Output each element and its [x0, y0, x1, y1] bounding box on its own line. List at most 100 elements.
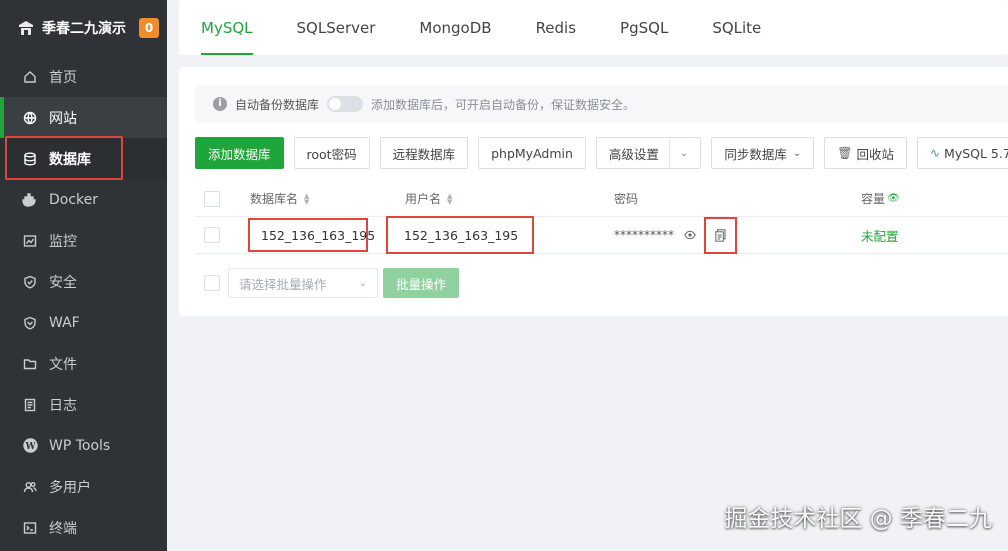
- chevron-down-icon: ⌄: [668, 138, 688, 168]
- tab-sqlite[interactable]: SQLite: [712, 0, 761, 55]
- remote-database-button[interactable]: 远程数据库: [379, 137, 469, 169]
- auto-backup-notice: i 自动备份数据库 添加数据库后，可开启自动备份，保证数据安全。: [195, 85, 1008, 123]
- tab-mysql[interactable]: MySQL: [201, 0, 253, 55]
- phpmyadmin-button[interactable]: phpMyAdmin: [478, 137, 586, 169]
- svg-text:W: W: [24, 442, 36, 452]
- root-password-button[interactable]: root密码: [293, 137, 370, 169]
- tab-mongodb[interactable]: MongoDB: [419, 0, 491, 55]
- copy-icon: [715, 228, 726, 242]
- shield-icon: [22, 274, 38, 290]
- password-cell: **********: [602, 216, 861, 254]
- table-header: 数据库名 ▲ ▼ 用户名 ▲ ▼ 密码 容量 👁: [195, 181, 1008, 217]
- user-name-cell: 152_136_163_195: [386, 216, 602, 254]
- database-type-tabs: MySQL SQLServer MongoDB Redis PgSQL SQLi…: [179, 0, 1008, 55]
- password-value: **********: [614, 228, 674, 242]
- bulk-action-placeholder: 请选择批量操作: [239, 276, 327, 292]
- sidebar-item-label: 网站: [49, 110, 77, 127]
- column-db-name-label: 数据库名: [250, 192, 299, 206]
- sidebar-item-label: 数据库: [49, 151, 91, 168]
- sidebar-item-label: WAF: [49, 314, 80, 331]
- sidebar-item-label: 首页: [49, 69, 77, 86]
- sidebar-item-label: WP Tools: [49, 437, 111, 454]
- sidebar-item-label: 日志: [49, 397, 77, 414]
- sidebar-item-wp-tools[interactable]: W WP Tools: [0, 425, 167, 466]
- waf-shield-icon: [22, 315, 38, 331]
- bulk-actions: 请选择批量操作 ⌄ 批量操作: [195, 268, 460, 298]
- capacity-cell: 未配置: [861, 226, 1008, 245]
- bulk-action-button[interactable]: 批量操作: [383, 268, 460, 298]
- select-all-checkbox[interactable]: [204, 190, 220, 207]
- folder-icon: [22, 356, 38, 372]
- recycle-bin-button[interactable]: 🗑 回收站: [824, 137, 907, 169]
- advanced-settings-dropdown[interactable]: 高级设置 ⌄: [595, 137, 702, 169]
- chevron-down-icon: ⌄: [358, 277, 367, 289]
- log-icon: [22, 397, 38, 413]
- brand: 季春二九演示 0: [0, 0, 167, 56]
- brand-name: 季春二九演示: [42, 21, 126, 37]
- info-icon: i: [213, 97, 227, 111]
- sidebar-item-docker[interactable]: Docker: [0, 179, 167, 220]
- database-table: 数据库名 ▲ ▼ 用户名 ▲ ▼ 密码 容量 👁 152_136_163_195 1…: [195, 181, 1008, 254]
- column-db-name[interactable]: 数据库名 ▲ ▼: [240, 190, 400, 207]
- user-name-value[interactable]: 152_136_163_195: [386, 216, 534, 254]
- sidebar-item-home[interactable]: 首页: [0, 56, 167, 97]
- advanced-settings-label: 高级设置: [608, 146, 659, 162]
- sidebar-item-files[interactable]: 文件: [0, 343, 167, 384]
- add-database-button[interactable]: 添加数据库: [195, 137, 284, 169]
- sidebar-item-monitor[interactable]: 监控: [0, 220, 167, 261]
- auto-backup-toggle[interactable]: [327, 96, 364, 112]
- sync-database-dropdown[interactable]: 同步数据库 ⌄: [711, 137, 815, 169]
- tab-sqlserver[interactable]: SQLServer: [297, 0, 376, 55]
- terminal-icon: [22, 520, 38, 536]
- tab-pgsql[interactable]: PgSQL: [620, 0, 668, 55]
- notification-badge[interactable]: 0: [139, 18, 159, 38]
- mysql-version-button[interactable]: ∿ MySQL 5.7.4: [916, 137, 1008, 169]
- recycle-bin-label: 回收站: [856, 146, 894, 162]
- sidebar-item-label: 终端: [49, 520, 77, 537]
- auto-backup-hint: 添加数据库后，可开启自动备份，保证数据安全。: [371, 97, 636, 112]
- sidebar: 季春二九演示 0 首页 网站 数据库 Docker 监控 安全 WAF 文件 日…: [0, 0, 167, 551]
- sort-icon: ▲ ▼: [304, 191, 310, 206]
- globe-icon: [22, 110, 38, 126]
- tab-redis[interactable]: Redis: [536, 0, 576, 55]
- column-password: 密码: [602, 190, 861, 207]
- sidebar-item-label: 监控: [49, 233, 77, 250]
- docker-icon: [22, 192, 38, 208]
- column-user-name-label: 用户名: [405, 192, 442, 206]
- sidebar-item-waf[interactable]: WAF: [0, 302, 167, 343]
- trash-icon: 🗑: [837, 146, 853, 160]
- bulk-action-select[interactable]: 请选择批量操作 ⌄: [228, 268, 378, 298]
- copy-password-button[interactable]: [704, 216, 737, 254]
- database-icon: [22, 151, 38, 167]
- sidebar-item-label: 安全: [49, 274, 77, 291]
- db-name-value[interactable]: 152_136_163_195: [248, 218, 375, 252]
- row-checkbox[interactable]: [204, 227, 220, 243]
- sidebar-item-label: 文件: [49, 356, 77, 373]
- sidebar-item-website[interactable]: 网站: [0, 97, 167, 138]
- toolbar: 添加数据库 root密码 远程数据库 phpMyAdmin 高级设置 ⌄ 同步数…: [195, 137, 1008, 169]
- sidebar-item-terminal[interactable]: 终端: [0, 507, 167, 548]
- users-icon: [22, 479, 38, 495]
- eye-icon[interactable]: 👁: [887, 193, 900, 204]
- table-row: 152_136_163_195 152_136_163_195 ********…: [195, 216, 1008, 254]
- sort-icon: ▲ ▼: [447, 191, 453, 206]
- home-icon: [22, 69, 38, 85]
- column-user-name[interactable]: 用户名 ▲ ▼: [400, 190, 602, 207]
- sidebar-item-label: Docker: [49, 191, 99, 208]
- column-capacity: 容量 👁: [861, 190, 1008, 207]
- show-password-icon[interactable]: [684, 230, 696, 240]
- sidebar-item-label: 多用户: [49, 479, 91, 496]
- capacity-value[interactable]: 未配置: [861, 226, 899, 245]
- sidebar-item-security[interactable]: 安全: [0, 261, 167, 302]
- brand-logo-icon: [19, 21, 33, 35]
- column-password-label: 密码: [614, 192, 639, 206]
- sidebar-item-database[interactable]: 数据库: [0, 138, 167, 179]
- db-name-cell: 152_136_163_195: [240, 218, 400, 252]
- bulk-select-checkbox[interactable]: [204, 275, 220, 291]
- watermark: 掘金技术社区 @ 季春二九: [724, 506, 992, 532]
- sync-database-label: 同步数据库: [724, 146, 787, 162]
- sidebar-item-logs[interactable]: 日志: [0, 384, 167, 425]
- sidebar-item-multi-user[interactable]: 多用户: [0, 466, 167, 507]
- chevron-down-icon: ⌄: [792, 147, 802, 159]
- monitor-icon: [22, 233, 38, 249]
